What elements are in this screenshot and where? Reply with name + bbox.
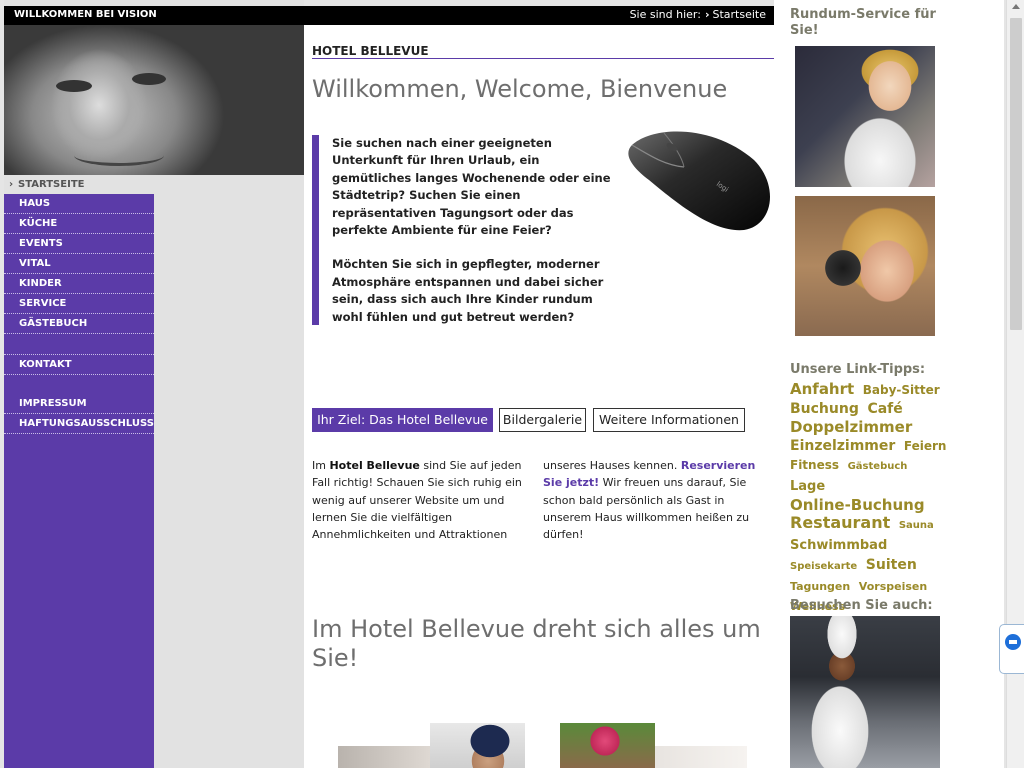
intro-text-column-1: Im Hotel Bellevue sind Sie auf jeden Fal…: [312, 459, 522, 542]
hotel-title: HOTEL BELLEVUE: [312, 44, 429, 58]
tag-link-einzelzimmer[interactable]: Einzelzimmer: [790, 438, 895, 454]
tag-link-speisekarte[interactable]: Speisekarte: [790, 561, 857, 572]
welcome-heading: Willkommen, Welcome, Bienvenue: [312, 75, 728, 103]
nav-item-impressum[interactable]: IMPRESSUM: [4, 394, 154, 414]
tag-link-schwimmbad[interactable]: Schwimmbad: [790, 538, 887, 553]
tag-link-online-buchung[interactable]: Online-Buchung: [790, 496, 925, 514]
nav-item-gaestebuch[interactable]: GÄSTEBUCH: [4, 314, 154, 334]
nav-item-events[interactable]: EVENTS: [4, 234, 154, 254]
tag-link-buchung[interactable]: Buchung: [790, 401, 859, 417]
scroll-up-arrow-icon[interactable]: [1012, 4, 1020, 9]
nav-item-kontakt[interactable]: KONTAKT: [4, 354, 154, 375]
besuchen-heading: Besuchen Sie auch:: [790, 598, 933, 613]
quote-accent-bar: [312, 135, 319, 325]
breadcrumb: Sie sind hier: › Startseite: [630, 8, 766, 21]
nav-item-kinder[interactable]: KINDER: [4, 274, 154, 294]
chevron-right-icon: ›: [704, 8, 710, 21]
nav-item-current[interactable]: › STARTSEITE: [4, 176, 154, 194]
breadcrumb-link-startseite[interactable]: Startseite: [712, 8, 766, 21]
tag-link-vorspeisen[interactable]: Vorspeisen: [859, 580, 927, 593]
top-bar: WILLKOMMEN BEI VISION Sie sind hier: › Sta…: [4, 6, 774, 25]
tag-link-sauna[interactable]: Sauna: [899, 520, 934, 531]
tab-hotel-bellevue[interactable]: Ihr Ziel: Das Hotel Bellevue: [312, 408, 493, 432]
intro-quote: Sie suchen nach einer geeigneten Unterku…: [332, 135, 622, 343]
rundum-service-heading: Rundum-Service für Sie!: [790, 7, 936, 38]
thumbnail-image[interactable]: [430, 723, 525, 768]
quote-paragraph-2: Möchten Sie sich in gepflegter, moderner…: [332, 257, 604, 324]
intro-text-column-2: unseres Hauses kennen. Reservieren Sie j…: [543, 459, 756, 542]
title-divider: [312, 58, 774, 59]
tab-bildergalerie[interactable]: Bildergalerie: [499, 408, 586, 432]
chevron-right-icon: ›: [9, 179, 14, 190]
breadcrumb-prefix: Sie sind hier:: [629, 8, 701, 21]
nav-item-haus[interactable]: HAUS: [4, 194, 154, 214]
sidebar-nav: HAUS KÜCHE EVENTS VITAL KINDER SERVICE G…: [4, 194, 154, 768]
tag-link-suiten[interactable]: Suiten: [866, 557, 917, 573]
right-sidebar: Rundum-Service für Sie! Unsere Link-Tipp…: [774, 0, 1004, 768]
link-tips-heading: Unsere Link-Tipps:: [790, 362, 926, 377]
tag-link-tagungen[interactable]: Tagungen: [790, 580, 850, 593]
computer-mouse-image: logi: [628, 131, 771, 231]
tag-link-doppelzimmer[interactable]: Doppelzimmer: [790, 418, 912, 436]
main-content: HOTEL BELLEVUE Willkommen, Welcome, Bien…: [304, 25, 774, 768]
thumbnail-image[interactable]: [655, 746, 747, 768]
tagline-heading: Im Hotel Bellevue dreht sich alles um Si…: [312, 615, 761, 672]
header-photo: [4, 25, 304, 175]
nav-current-label: STARTSEITE: [18, 179, 85, 190]
tag-link-fitness[interactable]: Fitness: [790, 458, 839, 472]
tag-link-baby-sitter[interactable]: Baby-Sitter: [863, 383, 940, 397]
teamviewer-widget[interactable]: [999, 624, 1024, 674]
tag-link-anfahrt[interactable]: Anfahrt: [790, 380, 854, 398]
tab-weitere-informationen[interactable]: Weitere Informationen: [593, 408, 745, 432]
tag-cloud: Anfahrt Baby-Sitter Buchung Café Doppelz…: [790, 380, 950, 616]
woman-photo[interactable]: [795, 196, 935, 336]
quote-paragraph-1: Sie suchen nach einer geeigneten Unterku…: [332, 136, 611, 238]
tag-link-restaurant[interactable]: Restaurant: [790, 513, 890, 532]
tag-link-gästebuch[interactable]: Gästebuch: [848, 461, 908, 472]
scrollbar-thumb[interactable]: [1010, 18, 1022, 330]
hotel-name-bold: Hotel Bellevue: [329, 459, 420, 472]
nav-item-service[interactable]: SERVICE: [4, 294, 154, 314]
nav-item-kueche[interactable]: KÜCHE: [4, 214, 154, 234]
tag-link-lage[interactable]: Lage: [790, 479, 825, 494]
tag-link-feiern[interactable]: Feiern: [904, 439, 947, 453]
tag-link-café[interactable]: Café: [867, 401, 902, 417]
site-brand: WILLKOMMEN BEI VISION: [14, 9, 157, 20]
nav-item-vital[interactable]: VITAL: [4, 254, 154, 274]
wedding-photo[interactable]: [795, 46, 935, 187]
teamviewer-icon: [1005, 634, 1021, 650]
nav-item-haftungsausschluss[interactable]: HAFTUNGSAUSSCHLUSS: [4, 414, 154, 434]
thumbnail-image[interactable]: [560, 723, 655, 768]
thumbnail-image[interactable]: [338, 746, 430, 768]
chef-photo[interactable]: [790, 616, 940, 768]
